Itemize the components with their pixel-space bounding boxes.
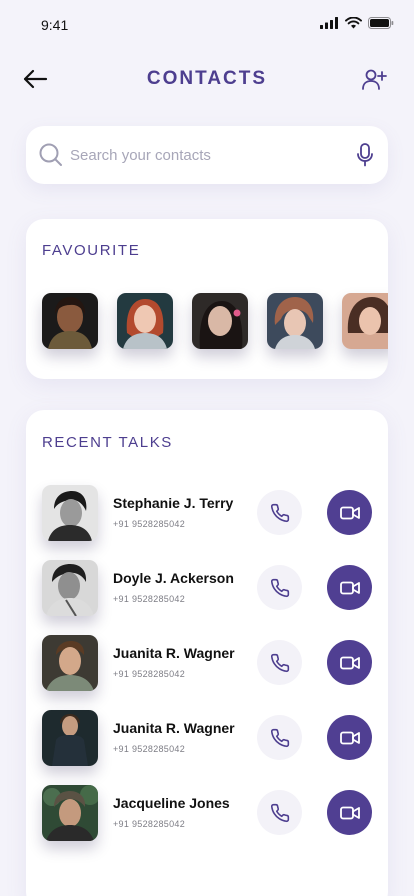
phone-icon (270, 728, 289, 747)
video-call-button[interactable] (327, 565, 372, 610)
status-bar: 9:41 (0, 0, 414, 50)
recent-talks-section: RECENT TALKS Stephanie J. Terry +91 9528… (26, 410, 388, 896)
favourite-avatar-5[interactable] (342, 293, 388, 349)
contact-avatar (42, 785, 98, 841)
contact-row[interactable]: Juanita R. Wagner +91 9528285042 (42, 635, 372, 691)
phone-icon (270, 503, 289, 522)
contact-name: Juanita R. Wagner (113, 720, 235, 736)
contact-row[interactable]: Jacqueline Jones +91 9528285042 (42, 785, 372, 841)
video-call-button[interactable] (327, 790, 372, 835)
video-camera-icon (339, 506, 360, 519)
contact-avatar (42, 560, 98, 616)
contact-avatar (42, 710, 98, 766)
battery-icon (368, 17, 394, 29)
search-input[interactable] (70, 140, 350, 170)
contact-phone: +91 9528285042 (113, 819, 186, 829)
favourite-avatar-2[interactable] (117, 293, 173, 349)
favourite-title: FAVOURITE (42, 242, 141, 259)
call-button[interactable] (257, 790, 302, 835)
contact-phone: +91 9528285042 (113, 669, 186, 679)
call-button[interactable] (257, 640, 302, 685)
call-button[interactable] (257, 565, 302, 610)
contact-name: Jacqueline Jones (113, 795, 230, 811)
favourite-avatar-1[interactable] (42, 293, 98, 349)
contact-row[interactable]: Juanita R. Wagner +91 9528285042 (42, 710, 372, 766)
favourite-avatar-3[interactable] (192, 293, 248, 349)
favourite-section: FAVOURITE (26, 219, 388, 379)
add-contact-button[interactable] (360, 66, 388, 94)
cellular-signal-icon (320, 17, 338, 29)
video-camera-icon (339, 731, 360, 744)
search-bar (26, 126, 388, 184)
page-title: CONTACTS (146, 68, 268, 89)
phone-icon (270, 578, 289, 597)
contact-row[interactable]: Doyle J. Ackerson +91 9528285042 (42, 560, 372, 616)
video-call-button[interactable] (327, 640, 372, 685)
call-button[interactable] (257, 715, 302, 760)
contact-name: Juanita R. Wagner (113, 645, 235, 661)
contact-avatar (42, 485, 98, 541)
header: CONTACTS (0, 58, 414, 102)
contact-phone: +91 9528285042 (113, 744, 186, 754)
call-button[interactable] (257, 490, 302, 535)
contact-avatar (42, 635, 98, 691)
video-camera-icon (339, 581, 360, 594)
status-time: 9:41 (41, 17, 69, 33)
contact-name: Stephanie J. Terry (113, 495, 234, 511)
wifi-icon (345, 17, 362, 29)
video-camera-icon (339, 656, 360, 669)
favourite-avatar-4[interactable] (267, 293, 323, 349)
microphone-icon[interactable] (357, 143, 373, 167)
search-icon (39, 143, 62, 166)
contact-name: Doyle J. Ackerson (113, 570, 234, 586)
add-user-icon (362, 69, 387, 90)
video-call-button[interactable] (327, 490, 372, 535)
contact-row[interactable]: Stephanie J. Terry +91 9528285042 (42, 485, 372, 541)
phone-icon (270, 803, 289, 822)
recent-talks-title: RECENT TALKS (42, 434, 173, 451)
contact-phone: +91 9528285042 (113, 594, 186, 604)
video-call-button[interactable] (327, 715, 372, 760)
status-icons (320, 17, 394, 29)
contact-phone: +91 9528285042 (113, 519, 186, 529)
video-camera-icon (339, 806, 360, 819)
phone-icon (270, 653, 289, 672)
favourite-avatar-list (42, 293, 388, 349)
